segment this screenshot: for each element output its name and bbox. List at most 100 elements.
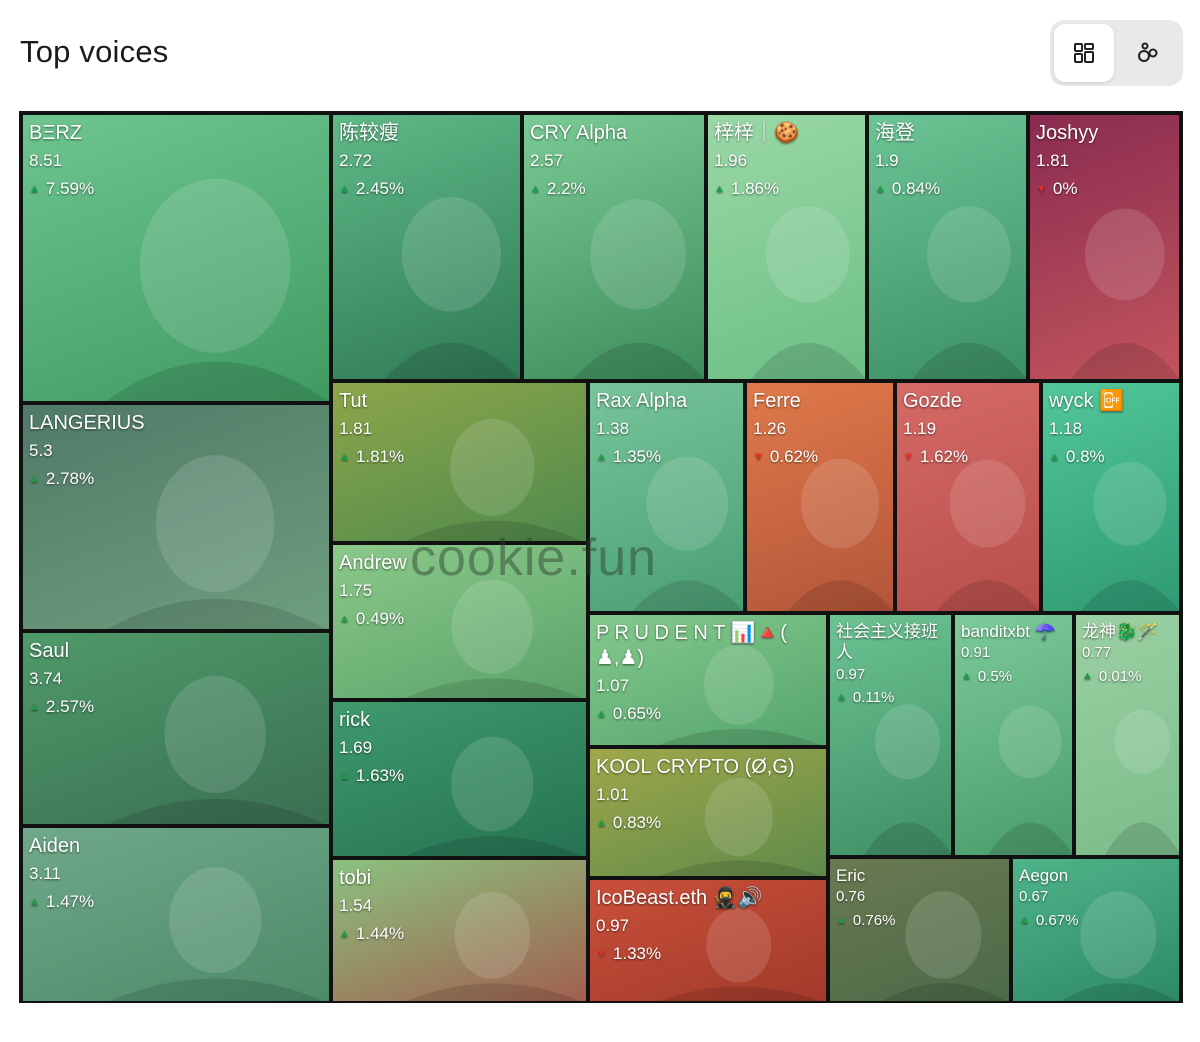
triangle-up-icon: ▲	[339, 183, 350, 196]
voice-name: banditxbt ☂️	[961, 622, 1056, 641]
voice-tile[interactable]: Ferre 1.26 ▼ 0.62%	[745, 381, 895, 613]
voice-score: 1.18	[1049, 419, 1083, 438]
voice-change: ▲ 1.86%	[714, 178, 859, 199]
voice-name: wyck 📴	[1049, 390, 1124, 412]
voice-tile[interactable]: 海登 1.9 ▲ 0.84%	[867, 113, 1028, 381]
triangle-up-icon: ▲	[29, 701, 40, 714]
voice-tile[interactable]: Eric 0.76 ▲ 0.76%	[828, 857, 1011, 1003]
voice-change-value: 1.44%	[355, 924, 405, 944]
voice-change: ▲ 0.8%	[1049, 446, 1173, 467]
voice-tile[interactable]: 陈较瘦 2.72 ▲ 2.45%	[331, 113, 522, 381]
voice-name: Aegon	[1019, 866, 1069, 885]
voice-change: ▲ 0.49%	[339, 608, 580, 629]
triangle-up-icon: ▲	[961, 670, 972, 682]
voice-change-value: 0.8%	[1065, 447, 1105, 467]
voice-change-value: 0.84%	[891, 179, 941, 199]
voice-name: Ferre	[753, 390, 801, 412]
page-title: Top voices	[20, 34, 169, 69]
voice-change: ▲ 1.35%	[596, 446, 737, 467]
view-toggle	[1050, 20, 1183, 86]
voice-tile[interactable]: Joshyy 1.81 ▼ 0%	[1028, 113, 1181, 381]
voice-tile[interactable]: KOOL CRYPTO (Ø,G) 1.01 ▲ 0.83%	[588, 747, 828, 878]
voice-label: Saul 3.74 ▲ 2.57%	[29, 639, 323, 718]
voice-change: ▲ 2.45%	[339, 178, 514, 199]
voice-change: ▲ 1.44%	[339, 923, 580, 944]
triangle-up-icon: ▲	[1049, 451, 1060, 464]
voice-score: 1.75	[339, 581, 373, 600]
voice-score: 0.67	[1019, 888, 1049, 906]
bubbles-icon	[1138, 42, 1158, 62]
voice-tile[interactable]: Gozde 1.19 ▼ 1.62%	[895, 381, 1041, 613]
voice-change-value: 1.47%	[45, 892, 95, 912]
voice-tile[interactable]: Andrew 1.75 ▲ 0.49%	[331, 543, 588, 700]
voice-score: 1.81	[1036, 151, 1070, 170]
voice-tile[interactable]: Aegon 0.67 ▲ 0.67%	[1011, 857, 1181, 1003]
voice-tile[interactable]: Tut 1.81 ▲ 1.81%	[331, 381, 588, 543]
voice-change: ▲ 7.59%	[29, 178, 323, 199]
voice-tile[interactable]: wyck 📴 1.18 ▲ 0.8%	[1041, 381, 1181, 613]
voice-name: BΞRZ	[29, 122, 82, 144]
voice-score: 1.38	[596, 419, 630, 438]
triangle-up-icon: ▲	[596, 451, 607, 464]
voice-score: 2.72	[339, 151, 373, 170]
voice-name: 陈较瘦	[339, 122, 399, 144]
voice-change-value: 1.35%	[612, 447, 662, 467]
voice-name: 海登	[875, 122, 915, 144]
triangle-up-icon: ▲	[714, 183, 725, 196]
voice-score: 3.11	[29, 864, 61, 883]
voice-change-value: 1.63%	[355, 766, 405, 786]
triangle-down-icon: ▼	[596, 948, 607, 961]
voice-change: ▲ 0.83%	[596, 812, 820, 833]
voice-change: ▲ 0.76%	[836, 912, 1003, 931]
grid-icon	[1074, 43, 1094, 63]
voice-tile[interactable]: CRY Alpha 2.57 ▲ 2.2%	[522, 113, 706, 381]
voice-change: ▲ 1.63%	[339, 765, 580, 786]
voice-tile[interactable]: IcoBeast.eth 🥷🔊 0.97 ▼ 1.33%	[588, 878, 828, 1003]
voice-label: 社会主义接班人 0.97 ▲ 0.11%	[836, 621, 945, 708]
triangle-up-icon: ▲	[596, 817, 607, 830]
voice-change: ▲ 2.78%	[29, 468, 323, 489]
voice-tile[interactable]: rick 1.69 ▲ 1.63%	[331, 700, 588, 858]
voice-tile[interactable]: P R U D E N T 📊🔺( ♟,♟) 1.07 ▲ 0.65%	[588, 613, 828, 747]
voice-label: Tut 1.81 ▲ 1.81%	[339, 389, 580, 468]
voice-change-value: 2.2%	[546, 179, 586, 199]
voice-tile[interactable]: tobi 1.54 ▲ 1.44%	[331, 858, 588, 1003]
voice-label: Aiden 3.11 ▲ 1.47%	[29, 834, 323, 913]
voice-change: ▲ 0.65%	[596, 703, 820, 724]
voice-tile[interactable]: banditxbt ☂️ 0.91 ▲ 0.5%	[953, 613, 1074, 857]
voice-tile[interactable]: 社会主义接班人 0.97 ▲ 0.11%	[828, 613, 953, 857]
voice-tile[interactable]: Rax Alpha 1.38 ▲ 1.35%	[588, 381, 745, 613]
voice-tile[interactable]: Aiden 3.11 ▲ 1.47%	[21, 826, 331, 1003]
triangle-up-icon: ▲	[836, 914, 847, 926]
voice-name: CRY Alpha	[530, 122, 628, 144]
voice-change: ▲ 0.11%	[836, 689, 945, 708]
voice-label: IcoBeast.eth 🥷🔊 0.97 ▼ 1.33%	[596, 886, 820, 965]
voice-label: banditxbt ☂️ 0.91 ▲ 0.5%	[961, 621, 1066, 687]
voice-change-value: 0.5%	[977, 668, 1013, 685]
voice-label: wyck 📴 1.18 ▲ 0.8%	[1049, 389, 1173, 468]
triangle-up-icon: ▲	[339, 613, 350, 626]
bubble-view-button[interactable]	[1118, 24, 1178, 82]
voice-tile[interactable]: BΞRZ 8.51 ▲ 7.59%	[21, 113, 331, 403]
voice-change-value: 0.11%	[852, 689, 895, 707]
voice-tile[interactable]: Saul 3.74 ▲ 2.57%	[21, 631, 331, 826]
voice-name: KOOL CRYPTO (Ø,G)	[596, 756, 795, 778]
voice-tile[interactable]: 梓梓｜🍪 1.96 ▲ 1.86%	[706, 113, 867, 381]
voice-change-value: 0.76%	[852, 912, 896, 929]
grid-view-button[interactable]	[1054, 24, 1114, 82]
voice-label: tobi 1.54 ▲ 1.44%	[339, 866, 580, 945]
voice-score: 1.69	[339, 738, 373, 757]
voice-change-value: 1.62%	[919, 447, 969, 467]
voice-score: 0.91	[961, 644, 991, 662]
voice-tile[interactable]: LANGERIUS 5.3 ▲ 2.78%	[21, 403, 331, 631]
voice-change: ▼ 1.33%	[596, 943, 820, 964]
voice-score: 5.3	[29, 441, 53, 460]
triangle-up-icon: ▲	[596, 708, 607, 721]
voice-score: 1.9	[875, 151, 899, 170]
triangle-down-icon: ▼	[903, 451, 914, 464]
triangle-up-icon: ▲	[339, 451, 350, 464]
triangle-up-icon: ▲	[339, 928, 350, 941]
voice-change: ▼ 1.62%	[903, 446, 1033, 467]
voice-tile[interactable]: 龙神🐉🪄 0.77 ▲ 0.01%	[1074, 613, 1181, 857]
voice-change: ▲ 1.81%	[339, 446, 580, 467]
